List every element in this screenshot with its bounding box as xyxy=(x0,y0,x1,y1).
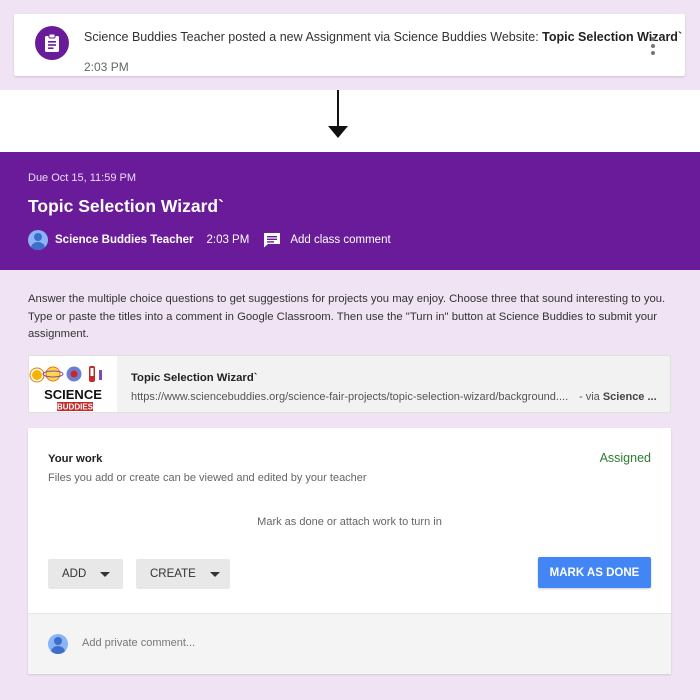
notification-assignment-title: Topic Selection Wizard` xyxy=(542,30,683,44)
caret-down-icon xyxy=(209,571,220,577)
turn-in-hint: Mark as done or attach work to turn in xyxy=(257,516,442,528)
notification-card[interactable]: Science Buddies Teacher posted a new Ass… xyxy=(14,14,685,76)
notification-text: Science Buddies Teacher posted a new Ass… xyxy=(84,30,682,44)
add-class-comment-link[interactable]: Add class comment xyxy=(290,234,390,246)
transition-band xyxy=(0,90,700,152)
down-arrow-icon xyxy=(337,90,339,128)
more-vert-icon[interactable] xyxy=(645,37,661,55)
private-comment-bar xyxy=(28,613,671,674)
add-button[interactable]: ADD xyxy=(48,559,123,589)
add-button-label: ADD xyxy=(62,568,87,580)
logo-text-science: SCIENCE xyxy=(44,387,102,402)
assignment-description: Answer the multiple choice questions to … xyxy=(28,293,666,340)
your-work-card: Your work Files you add or create can be… xyxy=(28,428,671,674)
science-buddies-logo: SCIENCE BUDDIES xyxy=(29,356,117,412)
down-arrow-head xyxy=(328,126,348,138)
mark-as-done-button[interactable]: MARK AS DONE xyxy=(538,557,651,588)
due-date: Due Oct 15, 11:59 PM xyxy=(28,172,137,184)
logo-text-buddies: BUDDIES xyxy=(57,403,94,412)
attachment-via-prefix: - via xyxy=(579,391,603,403)
assignment-header: Due Oct 15, 11:59 PM Topic Selection Wiz… xyxy=(0,152,700,270)
assignment-meta: Science Buddies Teacher 2:03 PM Add clas… xyxy=(28,230,391,250)
your-work-title: Your work xyxy=(48,453,103,465)
caret-down-icon xyxy=(100,571,111,577)
assignment-icon xyxy=(35,26,69,60)
attachment-card[interactable]: SCIENCE BUDDIES Topic Selection Wizard` … xyxy=(28,355,671,413)
attachment-source: - via Science ... xyxy=(579,391,657,403)
student-avatar xyxy=(48,634,68,654)
post-time: 2:03 PM xyxy=(206,234,250,246)
create-button-label: CREATE xyxy=(150,568,196,580)
assignment-title: Topic Selection Wizard` xyxy=(28,196,224,216)
attachment-title: Topic Selection Wizard` xyxy=(131,372,258,384)
create-button[interactable]: CREATE xyxy=(136,559,230,589)
status-badge: Assigned xyxy=(599,451,651,465)
notification-prefix: Science Buddies Teacher posted a new Ass… xyxy=(84,30,543,44)
teacher-name: Science Buddies Teacher xyxy=(55,234,194,246)
your-work-subtitle: Files you add or create can be viewed an… xyxy=(48,472,367,484)
attachment-via-source: Science ... xyxy=(602,391,657,403)
attachment-url: https://www.sciencebuddies.org/science-f… xyxy=(131,391,569,403)
private-comment-input[interactable] xyxy=(82,637,642,649)
comment-icon[interactable] xyxy=(263,232,281,248)
teacher-avatar xyxy=(28,230,48,250)
notification-time: 2:03 PM xyxy=(84,60,129,74)
